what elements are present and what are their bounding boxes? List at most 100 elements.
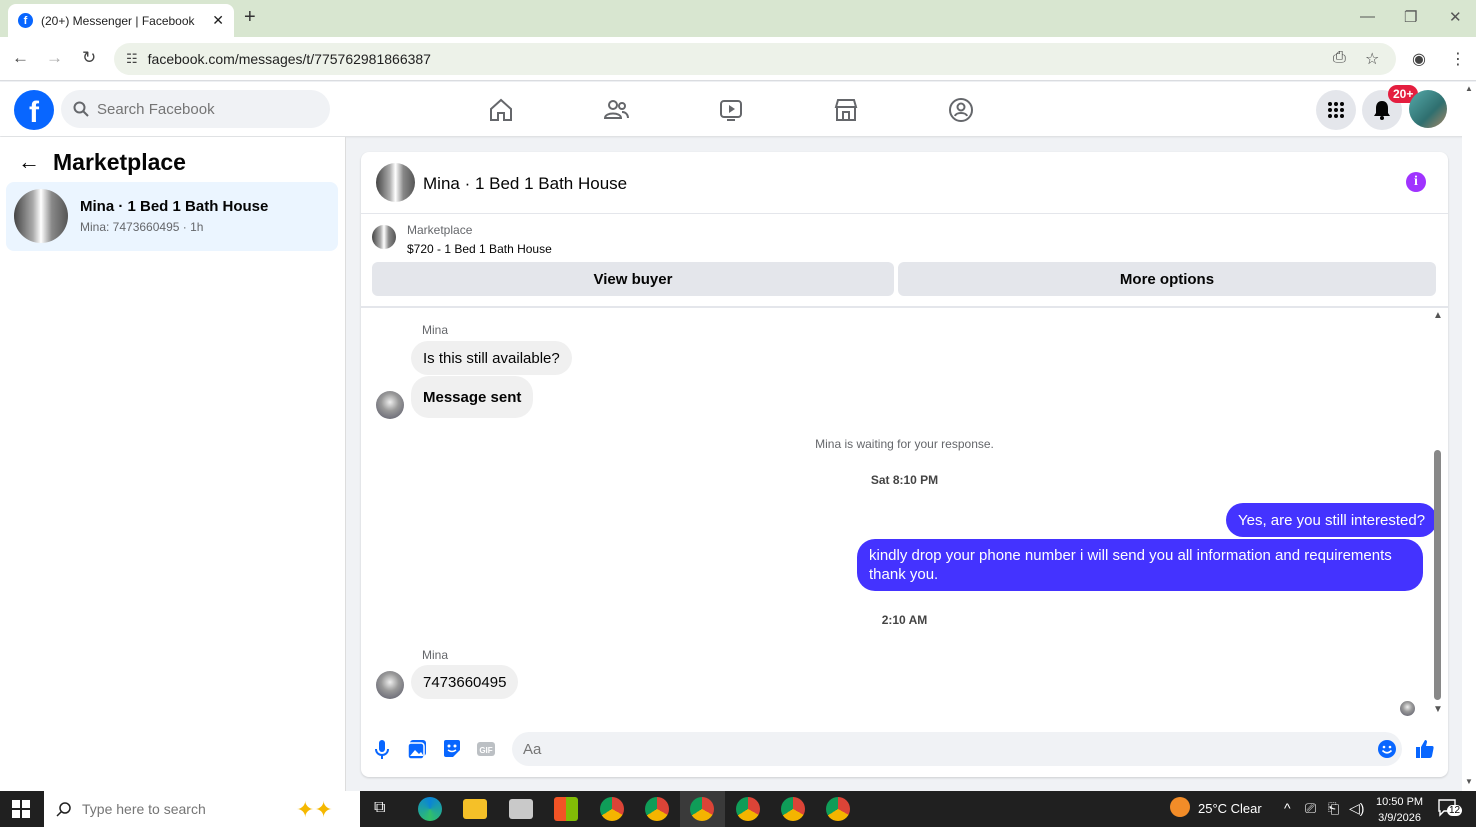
emoji-icon[interactable] [1376,738,1398,760]
search-icon [56,802,71,817]
listing-title[interactable]: $720 - 1 Bed 1 Bath House [407,242,552,256]
browser-tab-strip: f (20+) Messenger | Facebook ✕ + — ❐ ✕ [0,0,1476,37]
page-scrollbar[interactable]: ▲ ▼ [1462,82,1476,791]
scroll-down-icon[interactable]: ▼ [1433,704,1443,715]
chrome-icon[interactable] [781,797,805,821]
window-close-button[interactable]: ✕ [1449,8,1462,26]
notification-count: 12 [1447,805,1463,816]
system-notice: Mina is waiting for your response. [815,437,994,451]
bell-icon [1374,101,1390,120]
volume-icon[interactable]: ◁) [1349,800,1364,817]
back-arrow-icon[interactable]: ← [12,48,29,68]
windows-taskbar: ✦✦ ⧉ 25°C Clear ^ ⎚ ⎗ ◁) 10:50 PM 3/9/20… [0,791,1476,827]
file-explorer-icon[interactable] [463,799,487,819]
taskbar-clock[interactable]: 10:50 PM 3/9/2026 [1376,794,1423,826]
page-scroll-up-icon[interactable]: ▲ [1465,84,1473,93]
outgoing-message[interactable]: kindly drop your phone number i will sen… [857,539,1423,591]
chat-scrollbar[interactable] [1434,450,1441,700]
sender-avatar[interactable] [376,671,404,699]
forward-arrow-icon[interactable]: → [46,48,63,68]
chevron-up-icon[interactable]: ^ [1284,800,1291,816]
friends-icon[interactable] [602,96,630,124]
sender-avatar[interactable] [376,391,404,419]
address-toolbar: ← → ↻ ☷ facebook.com/messages/t/77576298… [0,37,1476,81]
view-buyer-button[interactable]: View buyer [372,262,894,296]
chrome-icon[interactable] [736,797,760,821]
photo-icon[interactable] [406,738,428,760]
minimize-button[interactable]: — [1360,8,1375,25]
edge-icon[interactable] [418,797,442,821]
message-composer[interactable] [512,732,1402,766]
conversation-preview: Mina: 7473660495 · 1h [80,220,204,234]
browser-menu-icon[interactable]: ⋮ [1450,49,1466,69]
store-icon[interactable] [554,797,578,821]
svg-text:GIF: GIF [479,746,492,755]
search-input[interactable] [97,100,297,118]
install-app-icon[interactable]: ⎙ [1333,49,1346,67]
seen-receipt-avatar [1400,701,1415,716]
chat-header: Mina · 1 Bed 1 Bath House i [361,152,1448,214]
message-sender: Mina [422,648,449,662]
marketplace-sidebar: ← Marketplace Mina · 1 Bed 1 Bath House … [0,137,346,791]
search-icon [73,101,89,117]
taskbar-search-box[interactable]: ✦✦ [44,791,360,827]
url-bar[interactable]: ☷ facebook.com/messages/t/77576298186638… [114,43,1396,75]
app-icon[interactable] [509,799,533,819]
message-sender: Mina [422,323,449,337]
profile-icon[interactable]: ◉ [1412,49,1426,69]
reload-icon[interactable]: ↻ [82,48,96,68]
conversation-list-item[interactable]: Mina · 1 Bed 1 Bath House Mina: 74736604… [6,182,338,251]
weather-text[interactable]: 25°C Clear [1198,801,1262,816]
message-timestamp: 2:10 AM [881,613,928,627]
info-icon[interactable]: i [1406,172,1426,192]
groups-icon[interactable] [947,96,975,124]
facebook-favicon-icon: f [18,13,33,28]
video-icon[interactable] [717,96,745,124]
message-input[interactable] [523,740,1343,758]
more-options-button[interactable]: More options [898,262,1436,296]
page-scroll-down-icon[interactable]: ▼ [1465,777,1473,786]
home-icon[interactable] [487,96,515,124]
incoming-message[interactable]: Message sent [411,376,534,418]
notification-center-icon[interactable]: 12 [1438,799,1463,817]
grid-icon [1328,102,1344,118]
account-avatar[interactable] [1409,90,1447,128]
chat-title[interactable]: Mina · 1 Bed 1 Bath House [423,174,627,194]
gif-icon[interactable]: GIF [475,738,497,760]
browser-tab[interactable]: f (20+) Messenger | Facebook ✕ [8,4,234,37]
facebook-header: f [0,82,1476,136]
chrome-icon[interactable] [826,797,850,821]
clock-date: 3/9/2026 [1378,812,1421,824]
taskbar-search-input[interactable] [82,801,282,817]
menu-grid-button[interactable] [1316,90,1356,130]
sticker-icon[interactable] [441,738,463,760]
windows-start-icon[interactable] [12,800,30,818]
outgoing-message[interactable]: Yes, are you still interested? [1226,503,1438,537]
facebook-logo-icon[interactable]: f [14,90,54,130]
bookmark-star-icon[interactable]: ☆ [1365,49,1379,69]
chrome-icon[interactable] [690,797,714,821]
marketplace-label: Marketplace [407,223,473,237]
incoming-message[interactable]: Is this still available? [411,341,572,375]
url-text: facebook.com/messages/t/775762981866387 [147,51,431,67]
incoming-message[interactable]: 7473660495 [411,665,519,699]
new-tab-button[interactable]: + [244,6,256,29]
chrome-icon[interactable] [600,797,624,821]
marketplace-icon[interactable] [832,96,860,124]
scroll-up-icon[interactable]: ▲ [1433,310,1443,321]
facebook-search-box[interactable] [61,90,330,128]
chrome-icon[interactable] [645,797,669,821]
network-icon[interactable]: ⎚ [1305,800,1316,817]
listing-thumbnail[interactable] [376,163,415,202]
back-arrow-icon[interactable]: ← [18,149,40,175]
task-view-icon[interactable]: ⧉ [374,799,385,817]
restore-button[interactable]: ❐ [1404,8,1417,26]
meet-icon[interactable]: ⎗ [1328,800,1339,817]
tab-close-icon[interactable]: ✕ [212,12,224,29]
divider [361,306,1448,308]
microphone-icon[interactable] [371,738,393,760]
weather-icon[interactable] [1170,797,1190,817]
thumbs-up-icon[interactable] [1414,738,1436,760]
site-settings-icon[interactable]: ☷ [126,51,138,67]
sparkle-icon: ✦✦ [296,797,333,822]
